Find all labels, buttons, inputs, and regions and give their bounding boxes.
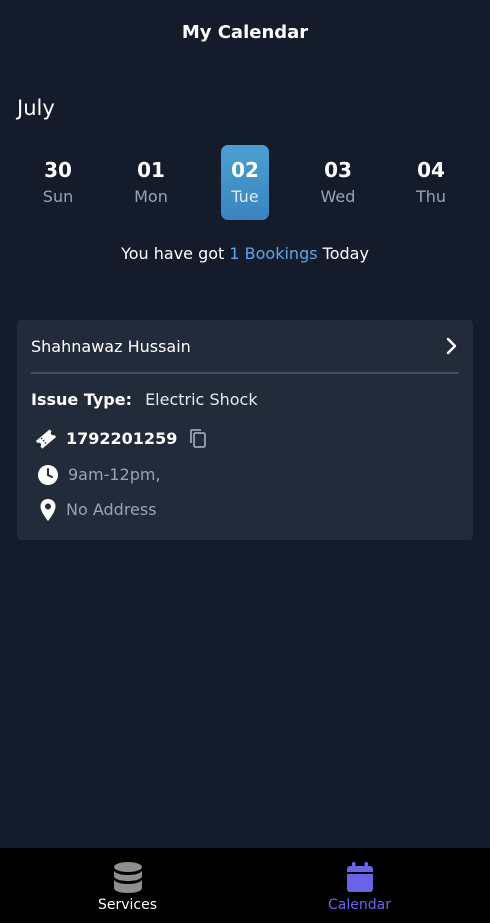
issue-type-label: Issue Type:	[31, 390, 132, 409]
card-divider	[31, 372, 459, 374]
bottom-nav: Services Calendar	[0, 848, 490, 923]
day-weekday: Thu	[415, 187, 447, 206]
nav-label-services: Services	[97, 897, 158, 913]
location-pin-icon	[40, 499, 56, 521]
day-item-01[interactable]: 01 Mon	[127, 145, 175, 220]
clock-icon	[38, 465, 58, 485]
month-label: July	[17, 96, 55, 120]
database-icon	[113, 862, 142, 893]
calendar-icon	[346, 862, 373, 892]
ticket-row: 1792201259	[31, 427, 461, 451]
day-item-02-selected[interactable]: 02 Tue	[221, 145, 269, 220]
customer-name: Shahnawaz Hussain	[31, 337, 191, 356]
day-number: 02	[231, 158, 259, 182]
nav-item-calendar[interactable]: Calendar	[237, 848, 482, 923]
chevron-right-icon	[446, 337, 457, 355]
bookings-suffix: Today	[317, 244, 369, 263]
day-item-03[interactable]: 03 Wed	[314, 145, 362, 220]
issue-type-value: Electric Shock	[145, 390, 258, 409]
calendar-screen: My Calendar July 30 Sun 01 Mon 02 Tue 03…	[0, 0, 490, 923]
issue-type-row: Issue Type: Electric Shock	[31, 390, 258, 409]
bookings-count: 1 Bookings	[229, 244, 318, 263]
day-weekday: Sun	[42, 187, 74, 206]
address-row: No Address	[31, 498, 431, 522]
day-weekday: Wed	[320, 187, 356, 206]
day-item-30[interactable]: 30 Sun	[34, 145, 82, 220]
day-number: 30	[44, 158, 72, 182]
day-strip: 30 Sun 01 Mon 02 Tue 03 Wed 04 Thu	[0, 145, 490, 220]
day-number: 03	[324, 158, 352, 182]
day-weekday: Mon	[134, 187, 168, 206]
bookings-summary: You have got 1 Bookings Today	[0, 244, 490, 263]
nav-label-calendar: Calendar	[328, 897, 391, 913]
day-number: 01	[137, 158, 165, 182]
day-number: 04	[417, 158, 445, 182]
time-row: 9am-12pm,	[31, 463, 431, 487]
day-weekday: Tue	[231, 187, 259, 206]
bookings-prefix: You have got	[121, 244, 230, 263]
ticket-number: 1792201259	[66, 429, 178, 448]
booking-card-header[interactable]: Shahnawaz Hussain	[17, 320, 473, 372]
time-slot: 9am-12pm,	[68, 465, 161, 484]
copy-icon[interactable]	[187, 427, 211, 451]
booking-card: Shahnawaz Hussain Issue Type: Electric S…	[17, 320, 473, 540]
ticket-icon	[35, 429, 57, 449]
nav-item-services[interactable]: Services	[5, 848, 250, 923]
address-text: No Address	[66, 500, 157, 519]
day-item-04[interactable]: 04 Thu	[407, 145, 455, 220]
page-title: My Calendar	[181, 22, 309, 43]
